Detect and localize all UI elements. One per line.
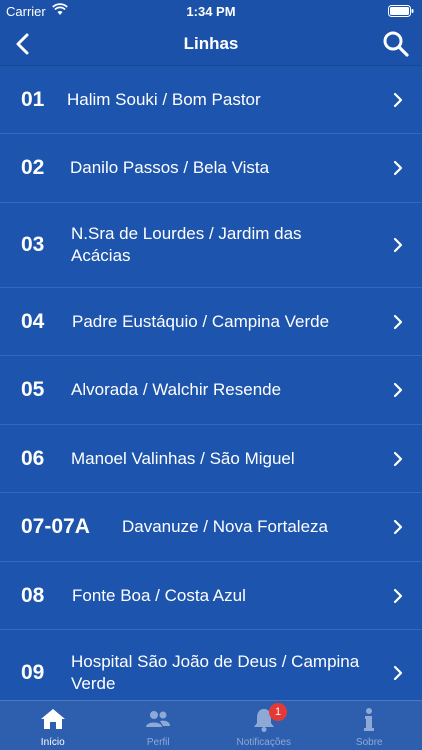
info-icon [364,708,375,731]
line-number: 09 [21,660,45,684]
line-row-01[interactable]: 01 Halim Souki / Bom Pastor [0,66,422,134]
line-name: Padre Eustáquio / Campina Verde [72,311,330,331]
tab-label: Início [40,737,65,748]
tab-label: Sobre [355,737,383,748]
tab-sobre[interactable]: Sobre [317,701,422,750]
home-icon [40,709,65,729]
chevron-right-icon [393,451,403,466]
tab-inicio[interactable]: Início [0,701,106,750]
line-row-03[interactable]: 03 N.Sra de Lourdes / Jardim das Acácias [0,203,422,288]
users-icon [146,711,171,727]
line-row-04[interactable]: 04 Padre Eustáquio / Campina Verde [0,288,422,356]
line-name: Halim Souki / Bom Pastor [67,89,261,109]
line-name: Fonte Boa / Costa Azul [72,585,246,605]
line-number: 04 [21,309,45,333]
chevron-right-icon [393,92,403,107]
navigation-bar: Linhas [0,22,422,66]
battery-icon [388,5,414,17]
tab-perfil[interactable]: Perfil [106,701,212,750]
notification-badge: 1 [269,703,288,721]
line-number: 02 [21,156,45,179]
line-number: 07-07A [21,515,90,538]
line-row-05[interactable]: 05 Alvorada / Walchir Resende [0,356,422,425]
chevron-right-icon [393,237,403,253]
lines-list: 01 Halim Souki / Bom Pastor 02 Danilo Pa… [0,66,422,700]
line-name: Alvorada / Walchir Resende [71,380,282,399]
chevron-right-icon [393,588,403,603]
chevron-right-icon [393,519,403,535]
line-row-02[interactable]: 02 Danilo Passos / Bela Vista [0,134,422,203]
line-row-06[interactable]: 06 Manoel Valinhas / São Miguel [0,425,422,493]
chevron-right-icon [393,382,403,398]
tab-label: Notificações [236,737,291,748]
chevron-right-icon [393,314,403,329]
line-name: Danilo Passos / Bela Vista [70,158,270,177]
status-bar: Carrier 1:34 PM [0,0,422,22]
line-name: Hospital São João de Deus / Campina Verd… [71,651,360,693]
line-name: Manoel Valinhas / São Miguel [71,448,295,468]
line-number: 01 [21,87,45,111]
chevron-right-icon [393,665,403,680]
line-row-08[interactable]: 08 Fonte Boa / Costa Azul [0,562,422,630]
line-number: 05 [21,378,45,401]
line-row-07-07a[interactable]: 07-07A Davanuze / Nova Fortaleza [0,493,422,562]
line-name: N.Sra de Lourdes / Jardim das Acácias [71,224,302,265]
page-title: Linhas [183,34,239,53]
line-row-09[interactable]: 09 Hospital São João de Deus / Campina V… [0,630,422,700]
chevron-right-icon [393,160,403,176]
tab-bar: Início Perfil 1 Notificações Sobre [0,700,422,750]
search-button[interactable] [380,28,412,60]
line-name: Davanuze / Nova Fortaleza [122,517,328,536]
line-number: 08 [21,583,45,607]
tab-notificacoes[interactable]: 1 Notificações [211,701,317,750]
line-number: 03 [21,233,45,256]
status-time: 1:34 PM [186,4,236,19]
tab-label: Perfil [146,737,170,748]
line-number: 06 [21,446,45,470]
